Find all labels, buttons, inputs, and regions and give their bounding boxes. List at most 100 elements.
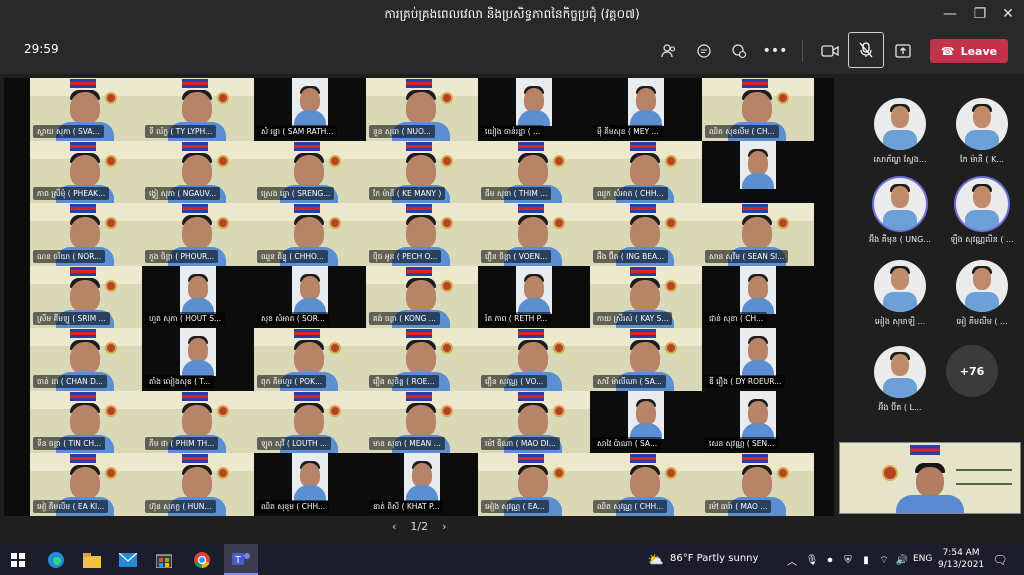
- mail-icon[interactable]: [116, 548, 140, 572]
- participant-tile[interactable]: ទី ល័ក្ខ ( TY LYPH...: [142, 78, 254, 141]
- participant-tile[interactable]: សាវៃ ប៉ាណា ( SA...: [590, 390, 702, 453]
- participant-tile[interactable]: ឈិត សុខលីម ( CH...: [702, 78, 814, 141]
- camera-icon[interactable]: [817, 38, 843, 64]
- chrome-icon[interactable]: [190, 548, 214, 572]
- participant-name: ម៉ី គីមសុខ ( MEY ...: [593, 124, 663, 138]
- participant-tile[interactable]: អៀ គីមលីម ( EA KI...: [30, 453, 142, 516]
- participant-tile[interactable]: ឈួន ពិន្ទុ ( CHHO...: [254, 203, 366, 266]
- participant-tile[interactable]: [702, 140, 814, 203]
- reactions-icon[interactable]: [726, 38, 752, 64]
- gallery-participant[interactable]: សោភ័ណ្ឌ ស្វែង...: [860, 98, 940, 166]
- mic-muted-button[interactable]: [848, 32, 884, 68]
- leave-button[interactable]: ☎ Leave: [930, 39, 1008, 63]
- participant-tile[interactable]: សំ រដ្ឋា ( SAM RATH...: [254, 78, 366, 141]
- participant-tile[interactable]: ស្រេង ឆ្នោ ( SRENG...: [254, 140, 366, 203]
- participant-tile[interactable]: ភាព ស្រីមុំ ( PHEAK...: [30, 140, 142, 203]
- participant-tile[interactable]: ណន ចរិយា ( NOR...: [30, 203, 142, 266]
- participant-tile[interactable]: វឿន ចិន្តា ( VOEN...: [478, 203, 590, 266]
- emblem-image: [553, 404, 565, 417]
- participant-tile[interactable]: ឈិត សុវណ្ណ ( CHH...: [590, 453, 702, 516]
- taskbar-clock[interactable]: 7:54 AM 9/13/2021: [938, 547, 984, 571]
- self-view-video[interactable]: [839, 442, 1021, 514]
- maximize-button[interactable]: ❐: [968, 4, 992, 24]
- gallery-participant[interactable]: អៀង សុមាឡី ...: [860, 260, 940, 328]
- volume-icon[interactable]: 🔊: [890, 548, 914, 572]
- participant-tile[interactable]: ជាន់ សុខា ( CH...: [702, 265, 814, 328]
- participant-tile[interactable]: ម៉ៅ ឌីណា ( MAO DI...: [478, 390, 590, 453]
- emblem-image: [441, 279, 453, 292]
- participant-tile[interactable]: ភឹម ថា ( PHIM TH...: [142, 390, 254, 453]
- participant-tile[interactable]: មាន សុខា ( MEAN ...: [366, 390, 478, 453]
- participant-tile[interactable]: រឿង សុចិន្ត ( ROE...: [366, 328, 478, 391]
- close-button[interactable]: ✕: [996, 4, 1020, 24]
- participant-tile[interactable]: ឡូត សុវី ( LOUTH ...: [254, 390, 366, 453]
- participant-name: ម៉ៅ ធារ៉ា ( MAO ...: [705, 499, 772, 513]
- participant-tile[interactable]: អៀង សុវណ្ណ ( EA...: [478, 453, 590, 516]
- flag-image: [518, 329, 544, 338]
- participant-tile[interactable]: គង់ ចន្ថា ( KONG ...: [366, 265, 478, 328]
- participant-tile[interactable]: ខាត់ ពិសី ( KHAT P...: [366, 453, 478, 516]
- more-actions-icon[interactable]: •••: [762, 38, 788, 64]
- edge-icon[interactable]: [44, 548, 68, 572]
- participant-face: [742, 467, 772, 499]
- participant-tile[interactable]: សាន សុវីម ( SEAN SI...: [702, 203, 814, 266]
- participant-tile[interactable]: ពុក គីមហួរ ( POK...: [254, 328, 366, 391]
- participants-icon[interactable]: [656, 38, 682, 64]
- participant-tile[interactable]: សុខ សំអាត ( SOR...: [254, 265, 366, 328]
- participant-tile[interactable]: ស្រីម គីមឡូ ( SRIM ...: [30, 265, 142, 328]
- gallery-participant[interactable]: កែ ម៉ានី ( K...: [942, 98, 1022, 166]
- participant-tile[interactable]: ហ៊ុន សុភក្ត ( HUN...: [142, 453, 254, 516]
- participant-tile[interactable]: រ័ត ភាព ( RETH P...: [478, 265, 590, 328]
- share-screen-icon[interactable]: [890, 38, 916, 64]
- participant-tile[interactable]: ស្តាយ សុភា ( SVA...: [30, 78, 142, 141]
- participant-face: [742, 217, 772, 249]
- more-participants-button[interactable]: +76: [946, 345, 998, 397]
- minimize-button[interactable]: —: [938, 4, 962, 24]
- participant-tile[interactable]: ម៉ៅ ធារ៉ា ( MAO ...: [702, 453, 814, 516]
- participant-tile[interactable]: ធីម សុខា ( THIM ...: [478, 140, 590, 203]
- participant-tile[interactable]: វឿន សុវណ្ណ ( VO...: [478, 328, 590, 391]
- chat-icon[interactable]: [691, 38, 717, 64]
- avatar-face: [973, 186, 991, 208]
- participant-tile[interactable]: សេន សុវណ្ណ ( SEN...: [702, 390, 814, 453]
- notification-icon[interactable]: 🗨: [988, 548, 1012, 572]
- participant-tile[interactable]: ង្វៀ សុភា ( NGAUV...: [142, 140, 254, 203]
- participant-tile[interactable]: ម៉ី គីមសុខ ( MEY ...: [590, 78, 702, 141]
- participant-tile[interactable]: ហួត សុភា ( HOUT S...: [142, 265, 254, 328]
- weather-icon[interactable]: ⛅: [644, 548, 668, 572]
- participant-tile[interactable]: ភួង ចិន្តា ( PHOUR...: [142, 203, 254, 266]
- flag-image: [406, 141, 432, 151]
- gallery-participant[interactable]: អៀ គីមលីម ( ...: [942, 260, 1022, 328]
- participant-tile[interactable]: ប៉ិច អូន ( PECH O...: [366, 203, 478, 266]
- participant-face: [630, 279, 660, 312]
- participant-tile[interactable]: យៀង ចាន់រដ្ឋា ( ...: [478, 78, 590, 141]
- gallery-participant[interactable]: អ៊ឹង ប៊ីត ( L...: [860, 346, 940, 414]
- teams-taskbar-icon[interactable]: T: [224, 544, 258, 575]
- weather-text[interactable]: 86°F Partly sunny: [670, 553, 758, 564]
- gallery-participant[interactable]: អ៊ឹង គីមុន ( UNG...: [860, 178, 940, 246]
- avatar: [874, 260, 926, 312]
- participant-tile[interactable]: តាំង លៀងសុខ ( T...: [142, 328, 254, 391]
- file-explorer-icon[interactable]: [80, 548, 104, 572]
- prev-page-icon[interactable]: ‹: [392, 520, 396, 533]
- participant-tile[interactable]: ឌី រឿង ( DY ROEUR...: [702, 328, 814, 391]
- flag-image: [406, 329, 432, 338]
- participant-tile[interactable]: ចាន់ ដា ( CHAN D...: [30, 328, 142, 391]
- participant-tile[interactable]: ឈិត សុខុម ( CHH...: [254, 453, 366, 516]
- participant-shirt: [406, 485, 438, 501]
- windows-start-icon[interactable]: [6, 548, 30, 572]
- language-indicator[interactable]: ENG: [913, 554, 932, 564]
- participant-tile[interactable]: សារី ម៉ាលីណា ( SA...: [590, 328, 702, 391]
- participant-tile[interactable]: អ៊ឹង ប៊ីត ( ING BEA...: [590, 203, 702, 266]
- participant-tile[interactable]: កែ ម៉ានី ( KE MANY ): [366, 140, 478, 203]
- next-page-icon[interactable]: ›: [442, 520, 446, 533]
- flag-image: [630, 454, 656, 463]
- store-icon[interactable]: [152, 548, 176, 572]
- participant-tile[interactable]: ទីន ចន្ថា ( TIN CH...: [30, 390, 142, 453]
- flag-image: [630, 204, 656, 213]
- participant-tile[interactable]: ឈូក សំអាត ( CHH...: [590, 140, 702, 203]
- self-face: [916, 467, 944, 497]
- gallery-participant[interactable]: ឡឹង សុវណ្ណលីន ( ...: [942, 178, 1022, 246]
- participant-tile[interactable]: នួន សុធា ( NUO...: [366, 78, 478, 141]
- participant-tile[interactable]: កាយ ស្រីរស់ ( KAY S...: [590, 265, 702, 328]
